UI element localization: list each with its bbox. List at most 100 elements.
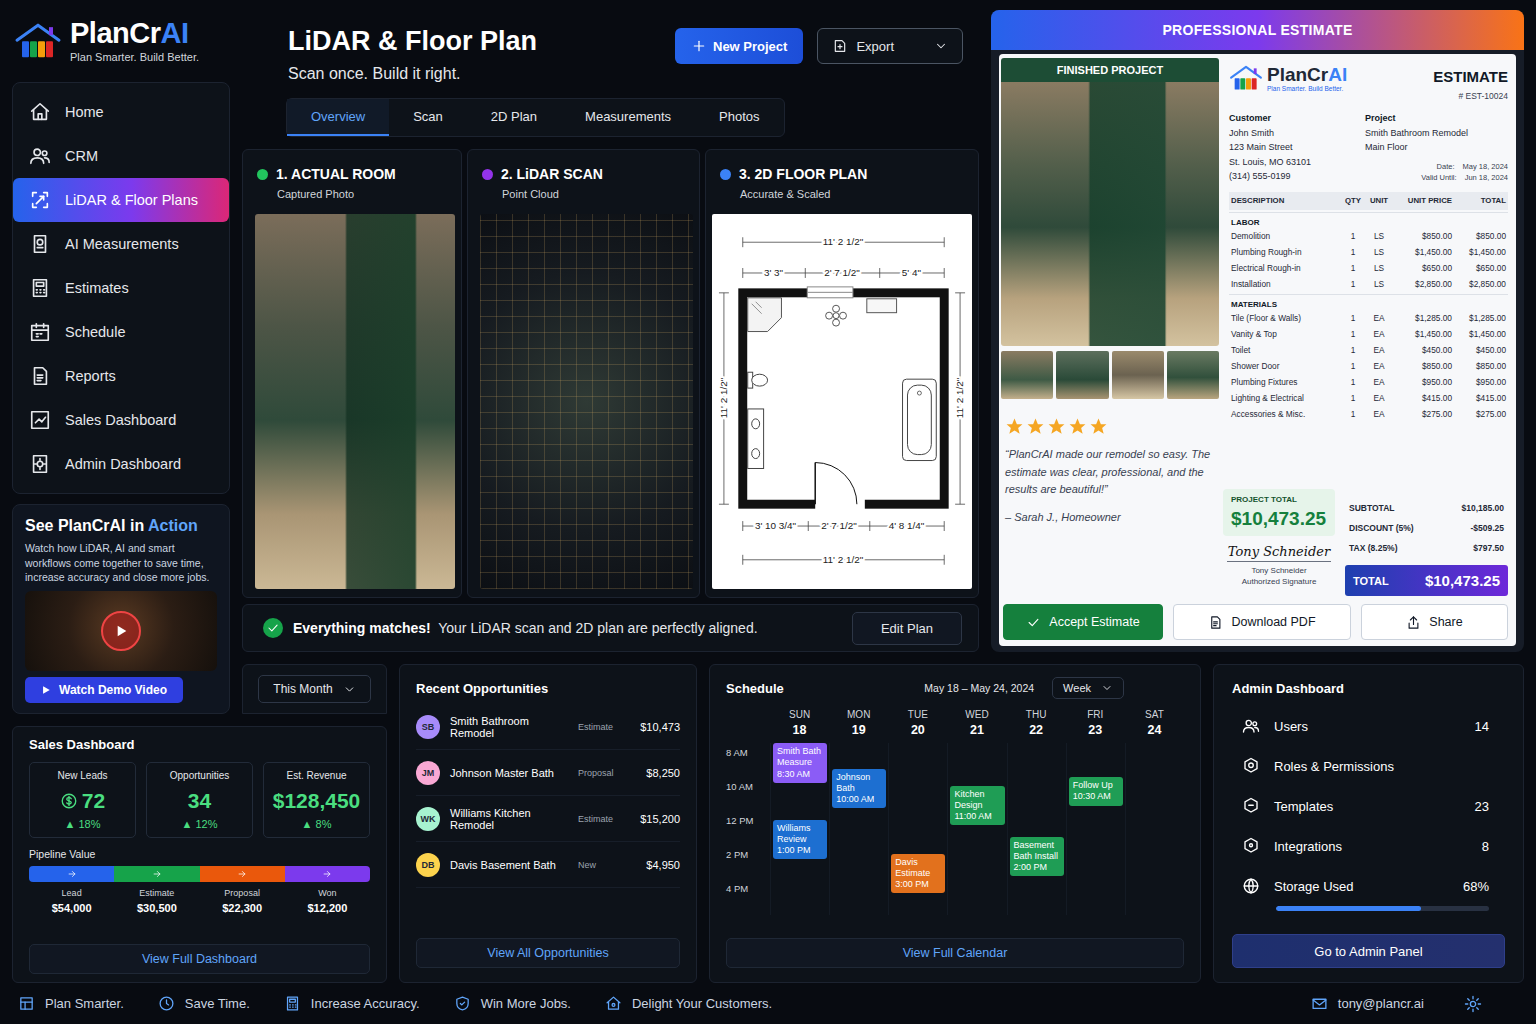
sidebar: PlanCrAI Plan Smarter. Build Better. Hom… (12, 10, 230, 714)
calendar-event[interactable]: Kitchen Design11:00 AM (950, 786, 1004, 826)
plus-icon (691, 38, 707, 54)
stat-card[interactable]: New Leads 72 ▲ 18% (29, 762, 136, 838)
estimate-action-button[interactable]: Accept Estimate (1003, 604, 1163, 640)
export-icon (832, 38, 848, 54)
contact-email[interactable]: tony@plancr.ai (1311, 995, 1424, 1012)
tab[interactable]: Scan (389, 99, 467, 136)
calendar-event[interactable]: Smith Bath Measure8:30 AM (773, 743, 827, 783)
sidebar-item[interactable]: Schedule (13, 310, 229, 354)
dimension-label: 11' 2 1/2" (823, 554, 864, 565)
calendar-event[interactable]: Williams Review1:00 PM (773, 820, 827, 860)
hour-label: 8 AM (726, 747, 748, 758)
sidebar-item[interactable]: Reports (13, 354, 229, 398)
photo-thumbnail[interactable] (1001, 351, 1053, 399)
sidebar-item[interactable]: CRM (13, 134, 229, 178)
dimension-label: 3' 10 3/4" (755, 520, 797, 531)
home-icon (29, 101, 51, 123)
floor-plan: 11' 2 1/2"3' 3"2' 7 1/2"5' 4"11' 2 1/2"1… (712, 214, 972, 589)
video-thumbnail[interactable] (25, 591, 217, 671)
calendar-event[interactable]: Follow Up10:30 AM (1069, 777, 1123, 806)
star-icon (1026, 417, 1045, 436)
edit-plan-button[interactable]: Edit Plan (852, 612, 962, 645)
opportunities-title: Recent Opportunities (416, 681, 680, 696)
period-dropdown[interactable]: This Month (258, 675, 370, 703)
pipeline-stage: Proposal$22,300 (200, 888, 285, 914)
success-badge (263, 618, 283, 638)
dimension-label: 11' 2 1/2" (823, 236, 864, 247)
sidebar-item[interactable]: Home (13, 90, 229, 134)
lidar-section: LiDAR & Floor Plan Scan once. Build it r… (242, 10, 979, 652)
new-project-button[interactable]: New Project (675, 28, 803, 64)
house-icon (605, 995, 622, 1012)
star-icon (1068, 417, 1087, 436)
floor-plan-drawing: 11' 2 1/2"3' 3"2' 7 1/2"5' 4"11' 2 1/2"1… (712, 214, 972, 589)
stat-card[interactable]: Opportunities 34 ▲ 12% (146, 762, 253, 838)
tab[interactable]: 2D Plan (467, 99, 561, 136)
tab[interactable]: Measurements (561, 99, 695, 136)
pipeline-segment[interactable] (285, 866, 370, 882)
play-icon (113, 623, 129, 639)
estimate-action-button[interactable]: Share (1361, 604, 1508, 640)
tab[interactable]: Overview (287, 99, 389, 136)
brand-logo[interactable]: PlanCrAI Plan Smarter. Build Better. (12, 10, 230, 72)
stat-card[interactable]: Est. Revenue $128,450 ▲ 8% (263, 762, 370, 838)
calendar-event[interactable]: Johnson Bath10:00 AM (832, 769, 886, 809)
grand-total: TOTAL$10,473.25 (1345, 565, 1508, 596)
export-button[interactable]: Export (817, 28, 963, 64)
sidebar-item[interactable]: Sales Dashboard (13, 398, 229, 442)
sidebar-item[interactable]: LiDAR & Floor Plans (13, 178, 229, 222)
estimate-action-button[interactable]: Download PDF (1173, 604, 1351, 640)
shield-icon (1242, 757, 1260, 775)
view-dropdown[interactable]: Week (1052, 677, 1124, 699)
project-info: Project Smith Bathroom RemodelMain Floor… (1365, 113, 1508, 184)
sidebar-item[interactable]: Estimates (13, 266, 229, 310)
table-row: Installation1LS$2,850.00$2,850.00 (1229, 276, 1508, 292)
plug-icon (1242, 837, 1260, 855)
watch-demo-button[interactable]: Watch Demo Video (25, 677, 183, 703)
photo-thumbnail[interactable] (1167, 351, 1219, 399)
footer: Plan Smarter.Save Time.Increase Accuracy… (12, 983, 1524, 1024)
admin-row[interactable]: Templates23 (1232, 786, 1505, 826)
opportunity-row[interactable]: JM Johnson Master Bath Proposal $8,250 (416, 750, 680, 796)
admin-row[interactable]: Roles & Permissions (1232, 746, 1505, 786)
play-button[interactable] (101, 611, 141, 651)
settings-icon (29, 453, 51, 475)
pipeline-segment[interactable] (200, 866, 285, 882)
share-icon (1406, 615, 1421, 630)
tab[interactable]: Photos (695, 99, 783, 136)
calendar-event[interactable]: Davis Estimate3:00 PM (891, 854, 945, 894)
admin-panel-button[interactable]: Go to Admin Panel (1232, 934, 1505, 968)
scan-icon (29, 189, 51, 211)
photo-thumbnail[interactable] (1112, 351, 1164, 399)
arrow-icon (67, 869, 77, 879)
opportunity-row[interactable]: DB Davis Basement Bath New $4,950 (416, 842, 680, 888)
storage-bar (1276, 906, 1489, 911)
view-calendar-link[interactable]: View Full Calendar (726, 938, 1184, 968)
opportunity-row[interactable]: WK Williams Kitchen Remodel Estimate $15… (416, 796, 680, 842)
table-header: DESCRIPTIONQTYUNITUNIT PRICETOTAL (1229, 192, 1508, 210)
admin-row[interactable]: Users14 (1232, 706, 1505, 746)
admin-row[interactable]: Integrations8 (1232, 826, 1505, 866)
page-header: LiDAR & Floor Plan Scan once. Build it r… (242, 10, 979, 92)
day-header: SUN18 (770, 709, 829, 737)
dimension-label: 4' 8 1/4" (889, 520, 925, 531)
opportunity-row[interactable]: SB Smith Bathroom Remodel Estimate $10,4… (416, 704, 680, 750)
day-header: SAT24 (1125, 709, 1184, 737)
photo-thumbnail[interactable] (1056, 351, 1108, 399)
view-opportunities-link[interactable]: View All Opportunities (416, 938, 680, 968)
sidebar-item[interactable]: AI Measurements (13, 222, 229, 266)
demo-card: See PlanCrAI in Action Watch how LiDAR, … (12, 504, 230, 714)
calendar-event[interactable]: Basement Bath Install2:00 PM (1010, 837, 1064, 877)
demo-text: Watch how LiDAR, AI and smart workflows … (25, 541, 217, 585)
brand-name: PlanCrAI (70, 19, 199, 48)
view-dashboard-link[interactable]: View Full Dashboard (29, 944, 370, 974)
sidebar-item[interactable]: Admin Dashboard (13, 442, 229, 486)
pipeline-segment[interactable] (114, 866, 199, 882)
pipeline-segment[interactable] (29, 866, 114, 882)
customer-info: Customer John Smith123 Main StreetSt. Lo… (1229, 113, 1359, 184)
testimonial: “PlanCrAI made our remodel so easy. The … (1005, 446, 1219, 499)
point-cloud-image (480, 214, 693, 589)
settings-button[interactable] (1464, 995, 1482, 1013)
estimate-header: PROFESSIONAL ESTIMATE (991, 10, 1524, 50)
recent-opportunities: Recent Opportunities SB Smith Bathroom R… (399, 664, 697, 983)
